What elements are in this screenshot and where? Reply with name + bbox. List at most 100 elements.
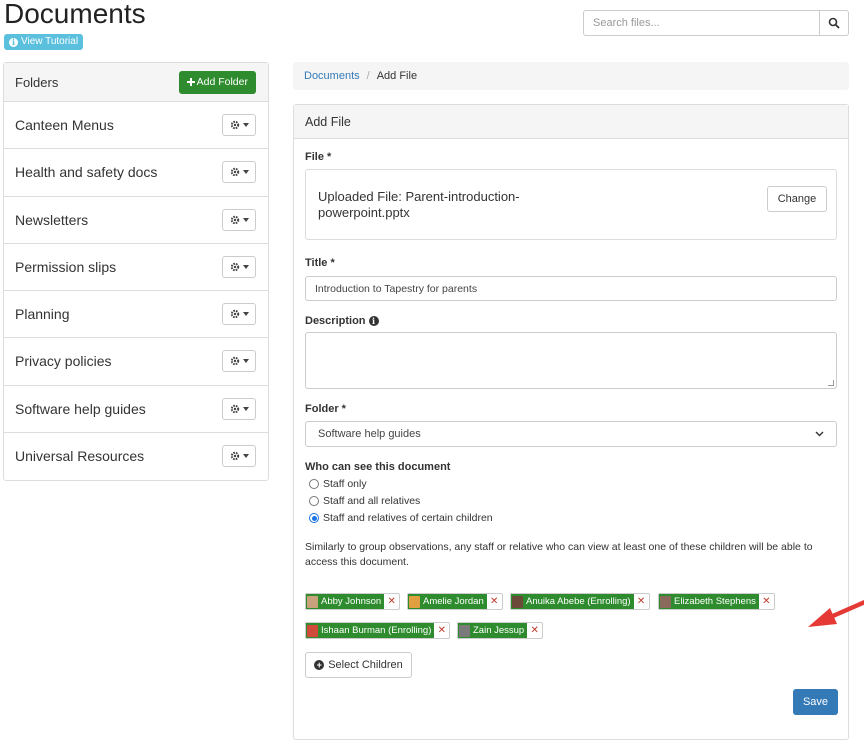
folder-label: Folder *: [305, 403, 346, 415]
folder-name: Permission slips: [15, 258, 117, 275]
folder-name: Canteen Menus: [15, 117, 114, 134]
gear-icon: [230, 357, 239, 366]
select-children-label: Select Children: [328, 659, 403, 671]
folder-item[interactable]: Software help guides: [4, 386, 268, 433]
search-icon: [828, 17, 840, 29]
folder-item[interactable]: Planning: [4, 291, 268, 339]
remove-icon[interactable]: ✕: [759, 594, 774, 609]
child-chip-name: Ishaan Burman (Enrolling): [306, 623, 435, 638]
chevron-down-icon: [815, 431, 824, 437]
title-input[interactable]: Introduction to Tapestry for parents: [305, 276, 837, 301]
folder-item[interactable]: Universal Resources: [4, 433, 268, 480]
breadcrumb: Documents / Add File: [293, 62, 849, 90]
breadcrumb-documents-link[interactable]: Documents: [304, 70, 360, 82]
view-tutorial-button[interactable]: i View Tutorial: [4, 34, 84, 50]
radio-button-selected[interactable]: [309, 513, 319, 523]
folder-name: Software help guides: [15, 400, 146, 417]
child-chip: Abby Johnson ✕: [305, 593, 401, 610]
avatar: [459, 624, 470, 637]
folder-item[interactable]: Canteen Menus: [4, 102, 268, 150]
folder-options-button[interactable]: [222, 114, 256, 137]
remove-icon[interactable]: ✕: [527, 623, 542, 638]
child-chip: Elizabeth Stephens ✕: [658, 593, 775, 610]
folders-title: Folders: [15, 74, 59, 90]
resize-handle[interactable]: [828, 380, 834, 386]
change-file-button[interactable]: Change: [767, 186, 827, 212]
avatar: [409, 595, 420, 608]
child-chip: Amelie Jordan ✕: [407, 593, 503, 610]
chevron-down-icon: [242, 170, 249, 175]
view-tutorial-label: View Tutorial: [21, 36, 79, 47]
folder-name: Newsletters: [15, 211, 89, 228]
child-name: Amelie Jordan: [423, 596, 484, 607]
description-label: Description: [305, 315, 366, 327]
file-label: File *: [305, 151, 332, 163]
folder-item[interactable]: Newsletters: [4, 197, 268, 244]
uploaded-file-text: Uploaded File: Parent-introduction-power…: [318, 189, 520, 220]
radio-button[interactable]: [309, 479, 319, 489]
folder-options-button[interactable]: [222, 350, 256, 373]
visibility-help-text: Similarly to group observations, any sta…: [305, 541, 813, 568]
folder-options-button[interactable]: [222, 208, 256, 231]
radio-button[interactable]: [309, 496, 319, 506]
radio-label: Staff and all relatives: [323, 495, 421, 507]
description-textarea[interactable]: [305, 332, 837, 389]
avatar: [512, 595, 523, 608]
add-file-panel: Add File File * Uploaded File: Parent-in…: [293, 104, 864, 740]
child-chip: Zain Jessup ✕: [457, 622, 544, 639]
breadcrumb-current: Add File: [376, 70, 418, 82]
plus-icon: [186, 78, 195, 86]
chevron-down-icon: [242, 264, 249, 269]
chevron-down-icon: [242, 454, 249, 459]
plus-icon: +: [314, 660, 325, 670]
visibility-option-certain-children[interactable]: Staff and relatives of certain children: [309, 512, 493, 524]
folder-select[interactable]: Software help guides: [305, 421, 837, 447]
chevron-down-icon: [242, 123, 249, 128]
folder-options-button[interactable]: [222, 397, 256, 420]
remove-icon[interactable]: ✕: [634, 594, 649, 609]
page-title: Documents: [4, 0, 146, 29]
remove-icon[interactable]: ✕: [384, 594, 399, 609]
remove-icon[interactable]: ✕: [434, 623, 449, 638]
child-chip-name: Abby Johnson: [306, 594, 385, 609]
save-button[interactable]: Save: [793, 689, 838, 715]
folder-name: Planning: [15, 306, 70, 323]
chevron-down-icon: [242, 312, 249, 317]
visibility-option-staff-only[interactable]: Staff only: [309, 478, 367, 490]
select-children-button[interactable]: + Select Children: [305, 652, 412, 678]
breadcrumb-separator: /: [366, 70, 370, 82]
radio-label: Staff and relatives of certain children: [323, 512, 493, 524]
child-chip: Ishaan Burman (Enrolling) ✕: [305, 622, 451, 639]
child-chip: Anuika Abebe (Enrolling) ✕: [510, 593, 650, 610]
uploaded-file-box: Uploaded File: Parent-introduction-power…: [305, 169, 837, 240]
gear-icon: [230, 262, 239, 272]
add-folder-label: Add Folder: [196, 76, 248, 88]
search-input[interactable]: [583, 10, 819, 36]
folder-item[interactable]: Health and safety docs: [4, 149, 268, 197]
visibility-option-all-relatives[interactable]: Staff and all relatives: [309, 495, 420, 507]
folder-options-button[interactable]: [222, 161, 256, 184]
chevron-down-icon: [242, 359, 249, 364]
folder-options-button[interactable]: [222, 445, 256, 468]
search-button[interactable]: [819, 10, 849, 36]
child-chip-name: Elizabeth Stephens: [659, 594, 759, 609]
folders-panel: Folders Add Folder Canteen Menus Health …: [3, 62, 269, 481]
avatar: [307, 624, 318, 637]
child-name: Ishaan Burman (Enrolling): [321, 625, 432, 636]
avatar: [660, 595, 671, 608]
gear-icon: [230, 309, 239, 319]
info-icon[interactable]: i: [368, 316, 379, 326]
remove-icon[interactable]: ✕: [487, 594, 502, 609]
folder-item[interactable]: Privacy policies: [4, 338, 268, 386]
child-name: Elizabeth Stephens: [674, 596, 756, 607]
visibility-label: Who can see this document: [305, 461, 451, 473]
folder-options-button[interactable]: [222, 303, 256, 326]
title-label: Title *: [305, 257, 335, 269]
gear-icon: [230, 452, 239, 461]
folder-select-value: Software help guides: [318, 428, 421, 440]
child-name: Anuika Abebe (Enrolling): [526, 596, 631, 607]
folder-options-button[interactable]: [222, 255, 256, 278]
folder-item[interactable]: Permission slips: [4, 244, 268, 291]
add-folder-button[interactable]: Add Folder: [178, 70, 256, 94]
folder-list: Canteen Menus Health and safety docs New…: [4, 102, 268, 480]
